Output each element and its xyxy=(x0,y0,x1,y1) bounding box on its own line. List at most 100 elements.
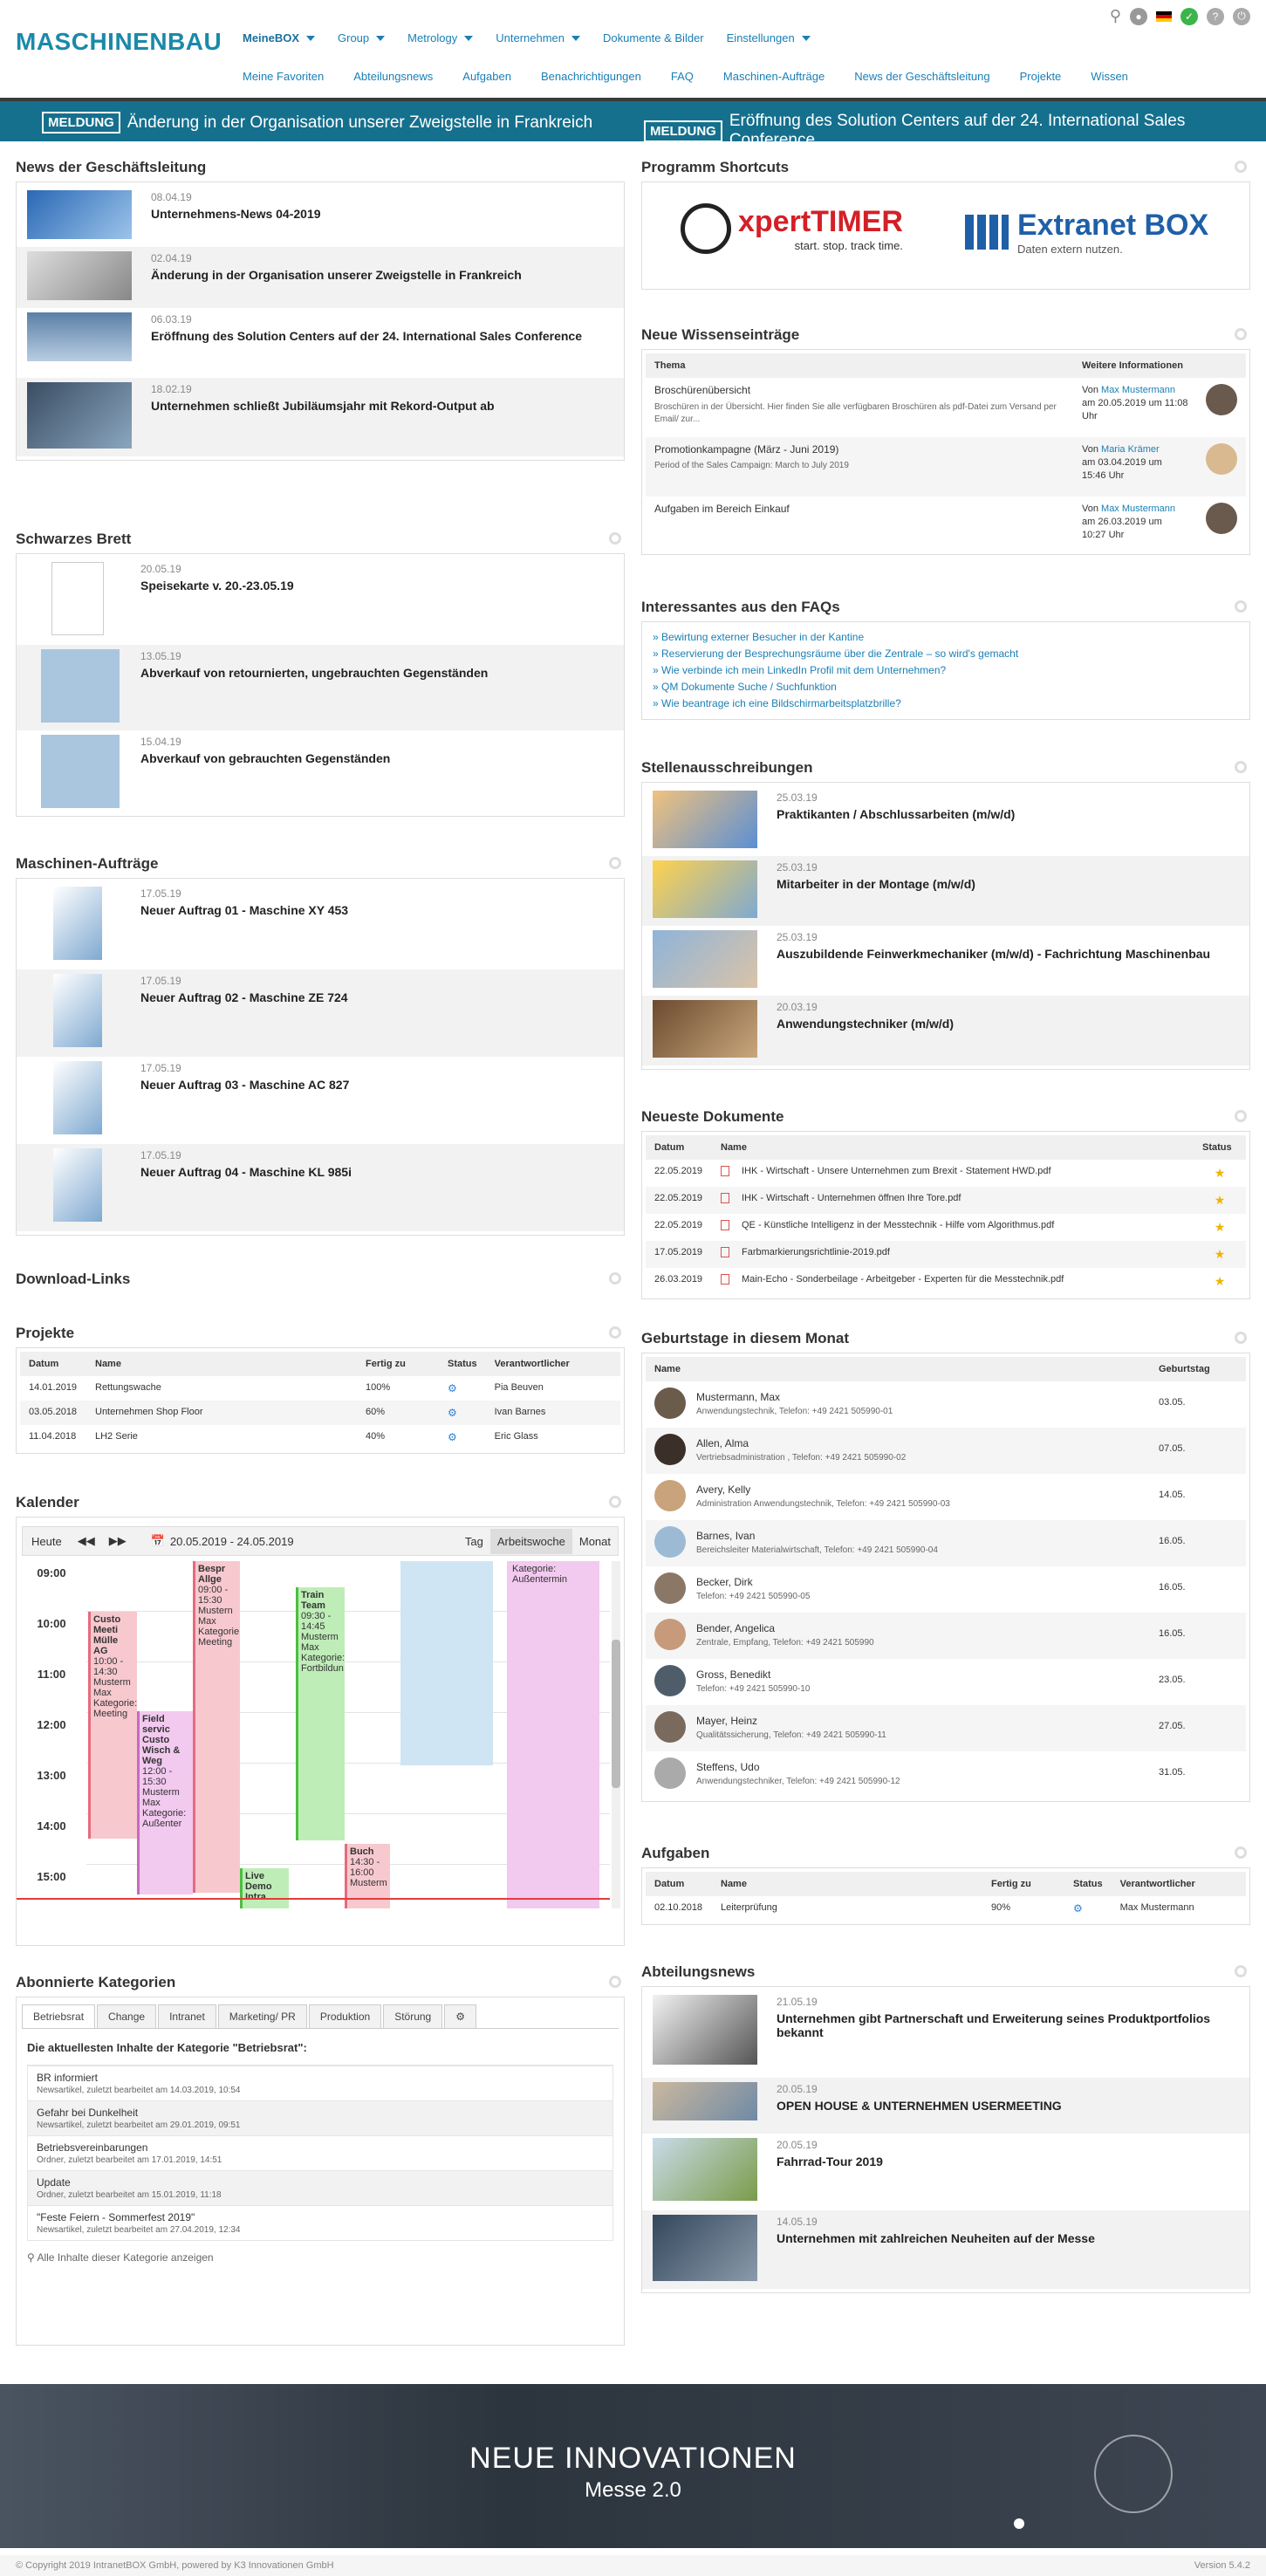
document-link[interactable]: QE - Künstliche Intelligenz in der Messt… xyxy=(742,1220,1054,1230)
list-item[interactable]: "Feste Feiern - Sommerfest 2019" Newsarti… xyxy=(28,2205,612,2240)
list-item[interactable]: Betriebsvereinbarungen Ordner, zuletzt be… xyxy=(28,2135,612,2170)
tab-marketing[interactable]: Marketing/ PR xyxy=(217,2004,307,2028)
nav-unternehmen[interactable]: Unternehmen xyxy=(496,31,581,45)
star-icon[interactable]: ★ xyxy=(1215,1220,1226,1234)
nav-group[interactable]: Group xyxy=(338,31,386,45)
col-header[interactable]: Fertig zu xyxy=(982,1872,1064,1896)
table-row[interactable]: Mustermann, Max Anwendungstechnik, Telefo… xyxy=(646,1381,1246,1428)
document-link[interactable]: Main-Echo - Sonderbeilage - Arbeitgeber … xyxy=(742,1274,1064,1285)
slider-dot[interactable] xyxy=(1014,2518,1024,2529)
list-item[interactable]: 20.05.19 Speisekarte v. 20.-23.05.19 xyxy=(17,558,624,645)
table-row[interactable]: Bender, Angelica Zentrale, Empfang, Telef… xyxy=(646,1613,1246,1659)
faq-link[interactable]: Wie beantrage ich eine Bildschirmarbeits… xyxy=(653,695,1239,712)
table-row[interactable]: Becker, Dirk Telefon: +49 2421 505990-05 1… xyxy=(646,1566,1246,1613)
star-icon[interactable]: ★ xyxy=(1215,1247,1226,1261)
calendar-scrollbar[interactable] xyxy=(612,1561,620,1908)
table-row[interactable]: Gross, Benedikt Telefon: +49 2421 505990-… xyxy=(646,1659,1246,1705)
list-item[interactable]: 21.05.19 Unternehmen gibt Partnerschaft u… xyxy=(642,1990,1249,2078)
nav-metrology[interactable]: Metrology xyxy=(407,31,474,45)
col-header[interactable]: Verantwortlicher xyxy=(485,1352,620,1376)
prev-icon[interactable]: ◀◀ xyxy=(71,1534,102,1548)
globe-icon[interactable]: ● xyxy=(1130,7,1147,25)
list-item[interactable]: 15.04.19 Abverkauf von gebrauchten Gegens… xyxy=(17,730,624,812)
list-item[interactable]: Gefahr bei Dunkelheit Newsartikel, zuletz… xyxy=(28,2100,612,2135)
gear-icon[interactable] xyxy=(1235,761,1247,773)
subnav-abteilungsnews[interactable]: Abteilungsnews xyxy=(353,70,433,83)
star-icon[interactable]: ★ xyxy=(1215,1166,1226,1180)
col-header[interactable]: Status xyxy=(439,1352,486,1376)
calendar-event[interactable]: Custo Meeti Mülle AG 10:00 - 14:30 Muster… xyxy=(88,1612,137,1839)
list-item[interactable]: BR informiert Newsartikel, zuletzt bearbe… xyxy=(28,2066,612,2100)
list-item[interactable]: 20.05.19 OPEN HOUSE & UNTERNEHMEN USERMEE… xyxy=(642,2078,1249,2134)
author-link[interactable]: Max Mustermann xyxy=(1101,504,1175,514)
view-day[interactable]: Tag xyxy=(458,1535,490,1548)
table-row[interactable]: 22.05.2019 QE - Künstliche Intelligenz in… xyxy=(646,1214,1246,1241)
gear-icon[interactable] xyxy=(609,1326,621,1339)
gear-icon[interactable] xyxy=(609,1272,621,1285)
col-header[interactable]: Datum xyxy=(646,1872,712,1896)
gear-icon[interactable] xyxy=(1235,1110,1247,1122)
list-item[interactable]: 18.02.19 Unternehmen schließt Jubiläumsja… xyxy=(17,378,624,456)
table-row[interactable]: 14.01.2019 Rettungswache 100% ⚙ Pia Beuven xyxy=(20,1376,620,1401)
document-link[interactable]: IHK - Wirtschaft - Unsere Unternehmen zu… xyxy=(742,1166,1051,1176)
faq-link[interactable]: Reservierung der Besprechungsräume über … xyxy=(653,646,1239,662)
gear-icon[interactable] xyxy=(609,1976,621,1988)
document-link[interactable]: IHK - Wirtschaft - Unternehmen öffnen Ih… xyxy=(742,1193,961,1203)
table-row[interactable]: 11.04.2018 LH2 Serie 40% ⚙ Eric Glass xyxy=(20,1425,620,1449)
table-row[interactable]: Barnes, Ivan Bereichsleiter Materialwirts… xyxy=(646,1520,1246,1566)
col-header[interactable]: Status xyxy=(1064,1872,1112,1896)
col-header[interactable]: Status xyxy=(1194,1135,1246,1160)
logo[interactable]: MASCHINENBAU xyxy=(16,28,222,56)
list-item[interactable]: 20.03.19 Anwendungstechniker (m/w/d) xyxy=(642,996,1249,1065)
flag-de-icon[interactable] xyxy=(1156,10,1172,22)
calendar-event[interactable]: Bespr Allge 09:00 - 15:30 Mustern Max Kat… xyxy=(193,1561,240,1893)
col-header[interactable]: Datum xyxy=(646,1135,712,1160)
subnav-maschinen[interactable]: Maschinen-Aufträge xyxy=(723,70,825,83)
power-icon[interactable]: ⏻ xyxy=(1233,7,1250,25)
list-item[interactable]: 13.05.19 Abverkauf von retournierten, ung… xyxy=(17,645,624,730)
gear-icon[interactable]: ⚙ xyxy=(444,2004,476,2028)
search-icon[interactable]: ⚲ xyxy=(1110,7,1121,25)
star-icon[interactable]: ★ xyxy=(1215,1274,1226,1288)
calendar-event[interactable] xyxy=(400,1561,493,1765)
col-header[interactable]: Weitere Informationen xyxy=(1073,353,1246,378)
list-item[interactable]: 25.03.19 Auszubildende Feinwerkmechaniker… xyxy=(642,926,1249,996)
subnav-news-gl[interactable]: News der Geschäftsleitung xyxy=(854,70,989,83)
tab-produktion[interactable]: Produktion xyxy=(308,2004,382,2028)
list-item[interactable]: 20.05.19 Fahrrad-Tour 2019 xyxy=(642,2134,1249,2210)
tab-betriebsrat[interactable]: Betriebsrat xyxy=(22,2004,96,2028)
scrollbar-thumb[interactable] xyxy=(612,1640,620,1788)
col-header[interactable]: Name xyxy=(86,1352,357,1376)
faq-link[interactable]: Bewirtung externer Besucher in der Kanti… xyxy=(653,629,1239,646)
subnav-aufgaben[interactable]: Aufgaben xyxy=(462,70,511,83)
subnav-benachrichtigungen[interactable]: Benachrichtigungen xyxy=(541,70,641,83)
list-item[interactable]: 17.05.19 Neuer Auftrag 01 - Maschine XY 4… xyxy=(17,882,624,969)
gear-icon[interactable] xyxy=(1235,328,1247,340)
calendar-event[interactable]: Kategorie: Außentermin xyxy=(507,1561,599,1908)
col-header[interactable]: Thema xyxy=(646,353,1073,378)
ticker-item[interactable]: MELDUNG Eröffnung des Solution Centers au… xyxy=(644,112,1266,150)
list-item[interactable]: 06.03.19 Eröffnung des Solution Centers a… xyxy=(17,308,624,378)
section-title[interactable]: Download-Links xyxy=(16,1271,625,1293)
col-header[interactable]: Name xyxy=(646,1357,1150,1381)
help-icon[interactable]: ? xyxy=(1207,7,1224,25)
gear-icon[interactable] xyxy=(1235,1846,1247,1859)
calendar-event[interactable]: Field servic Custo Wisch & Weg 12:00 - 15… xyxy=(137,1711,193,1894)
view-month[interactable]: Monat xyxy=(572,1535,618,1548)
list-item[interactable]: 14.05.19 Unternehmen mit zahlreichen Neuh… xyxy=(642,2210,1249,2289)
list-item[interactable]: 17.05.19 Neuer Auftrag 03 - Maschine AC 8… xyxy=(17,1057,624,1144)
gear-icon[interactable] xyxy=(1235,600,1247,613)
extranet-shortcut[interactable]: Extranet BOX Daten extern nutzen. xyxy=(965,209,1208,256)
calendar-event[interactable]: Live Demo Intra xyxy=(240,1868,289,1908)
list-item[interactable]: 25.03.19 Mitarbeiter in der Montage (m/w/… xyxy=(642,856,1249,926)
table-row[interactable]: Allen, Alma Vertriebsadministration , Tel… xyxy=(646,1428,1246,1474)
col-header[interactable]: Geburtstag xyxy=(1150,1357,1246,1381)
tab-intranet[interactable]: Intranet xyxy=(158,2004,216,2028)
col-header[interactable]: Datum xyxy=(20,1352,86,1376)
gear-icon[interactable] xyxy=(609,857,621,869)
star-icon[interactable]: ★ xyxy=(1215,1193,1226,1207)
ticker-item[interactable]: MELDUNG Änderung in der Organisation unse… xyxy=(42,112,592,134)
table-row[interactable]: Avery, Kelly Administration Anwendungstec… xyxy=(646,1474,1246,1520)
col-header[interactable]: Name xyxy=(712,1135,1194,1160)
table-row[interactable]: Steffens, Udo Anwendungstechniker, Telefo… xyxy=(646,1751,1246,1798)
